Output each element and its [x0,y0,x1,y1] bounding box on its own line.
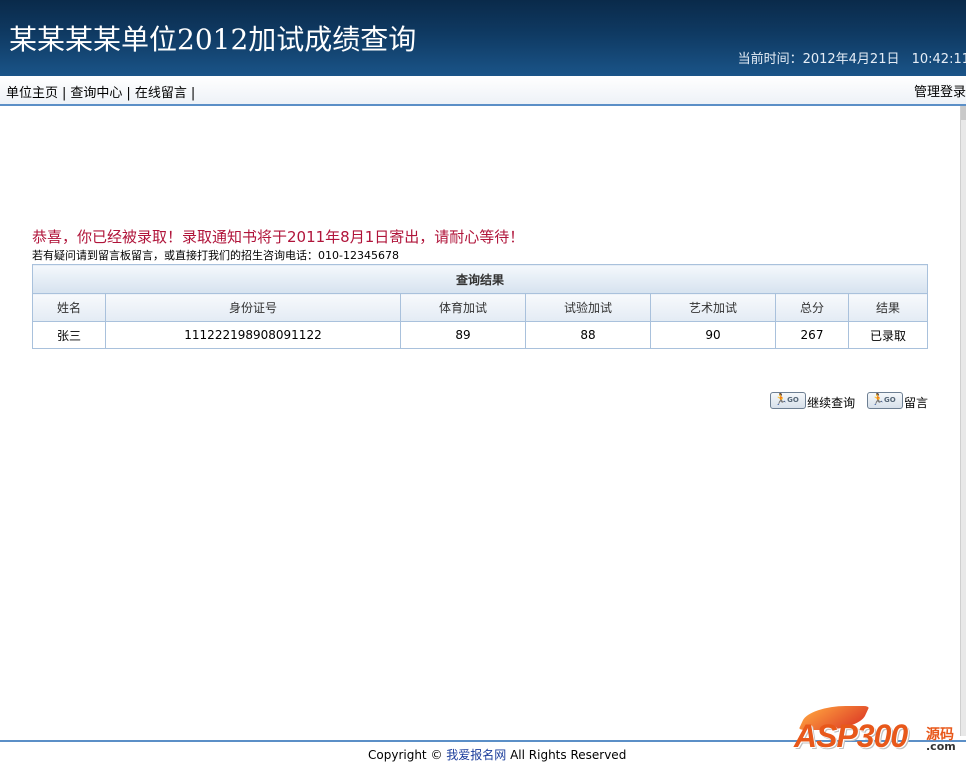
current-time: 当前时间：2012年4月21日 10:42:11 [738,48,966,67]
nav-item-online-message[interactable]: 在线留言 [135,86,187,101]
cell-total-score: 267 [775,321,849,349]
contact-note: 若有疑问请到留言板留言，或直接打我们的招生咨询电话：010-12345678 [32,249,399,262]
watermark-brand: ASP300 [794,718,908,754]
nav-item-query-center[interactable]: 查询中心 [70,86,122,101]
column-header-name: 姓名 [32,293,106,322]
copyright-prefix: Copyright © [368,748,447,762]
column-header-experiment: 试验加试 [525,293,651,322]
column-header-id: 身份证号 [105,293,401,322]
vertical-scrollbar[interactable] [960,106,966,736]
continue-query-label: 继续查询 [807,396,856,410]
copyright-suffix: All Rights Reserved [506,748,627,762]
cell-name: 张三 [32,321,106,349]
table-caption-row: 查询结果 [32,264,928,294]
nav-separator: | [190,86,196,101]
continue-query-button[interactable]: 🏃 GO 继续查询 [770,392,856,411]
leave-message-label: 留言 [903,396,928,410]
go-icon: 🏃 GO [770,392,807,409]
leave-message-button[interactable]: 🏃 GO 留言 [866,392,928,411]
table-header-row: 姓名 身份证号 体育加试 试验加试 艺术加试 总分 结果 [32,293,928,322]
table-row: 张三 111222198908091122 89 88 90 267 已录取 [32,321,928,349]
column-header-total: 总分 [775,293,849,322]
watermark-logo: ASP300 源码 .com [792,704,966,758]
scrollbar-thumb[interactable] [961,106,966,120]
nav-separator: | [126,86,131,101]
table-caption: 查询结果 [32,264,928,294]
admission-message: 恭喜，你已经被录取！录取通知书将于2011年8月1日寄出，请耐心等待！ [32,228,525,246]
cell-id-number: 111222198908091122 [105,321,401,349]
nav-links: 单位主页 | 查询中心 | 在线留言 | [6,82,199,101]
page-title: 某某某某单位2012加试成绩查询 [9,23,417,56]
nav-separator: | [62,86,67,101]
nav-item-home[interactable]: 单位主页 [6,86,58,101]
clock-time: 10:42:11 [911,52,966,67]
footer-site-link[interactable]: 我爱报名网 [446,748,506,762]
top-nav: 单位主页 | 查询中心 | 在线留言 | 管理登录 [0,76,966,106]
clock-date: 当前时间：2012年4月21日 [737,52,900,67]
column-header-art: 艺术加试 [650,293,776,322]
go-icon: 🏃 GO [866,392,903,409]
cell-experiment-score: 88 [525,321,651,349]
cell-result: 已录取 [848,321,928,349]
cell-sports-score: 89 [400,321,526,349]
result-table: 查询结果 姓名 身份证号 体育加试 试验加试 艺术加试 总分 结果 张三 111… [32,264,928,349]
header-banner: 某某某某单位2012加试成绩查询 当前时间：2012年4月21日 10:42:1… [0,0,966,76]
action-links: 🏃 GO 继续查询 🏃 GO 留言 [762,392,928,414]
column-header-result: 结果 [848,293,928,322]
footer-copyright: Copyright © 我爱报名网 All Rights Reserved [368,746,626,763]
column-header-sports: 体育加试 [400,293,526,322]
watermark-domain: .com [926,740,956,753]
cell-art-score: 90 [650,321,776,349]
admin-login-link[interactable]: 管理登录 [914,81,966,100]
